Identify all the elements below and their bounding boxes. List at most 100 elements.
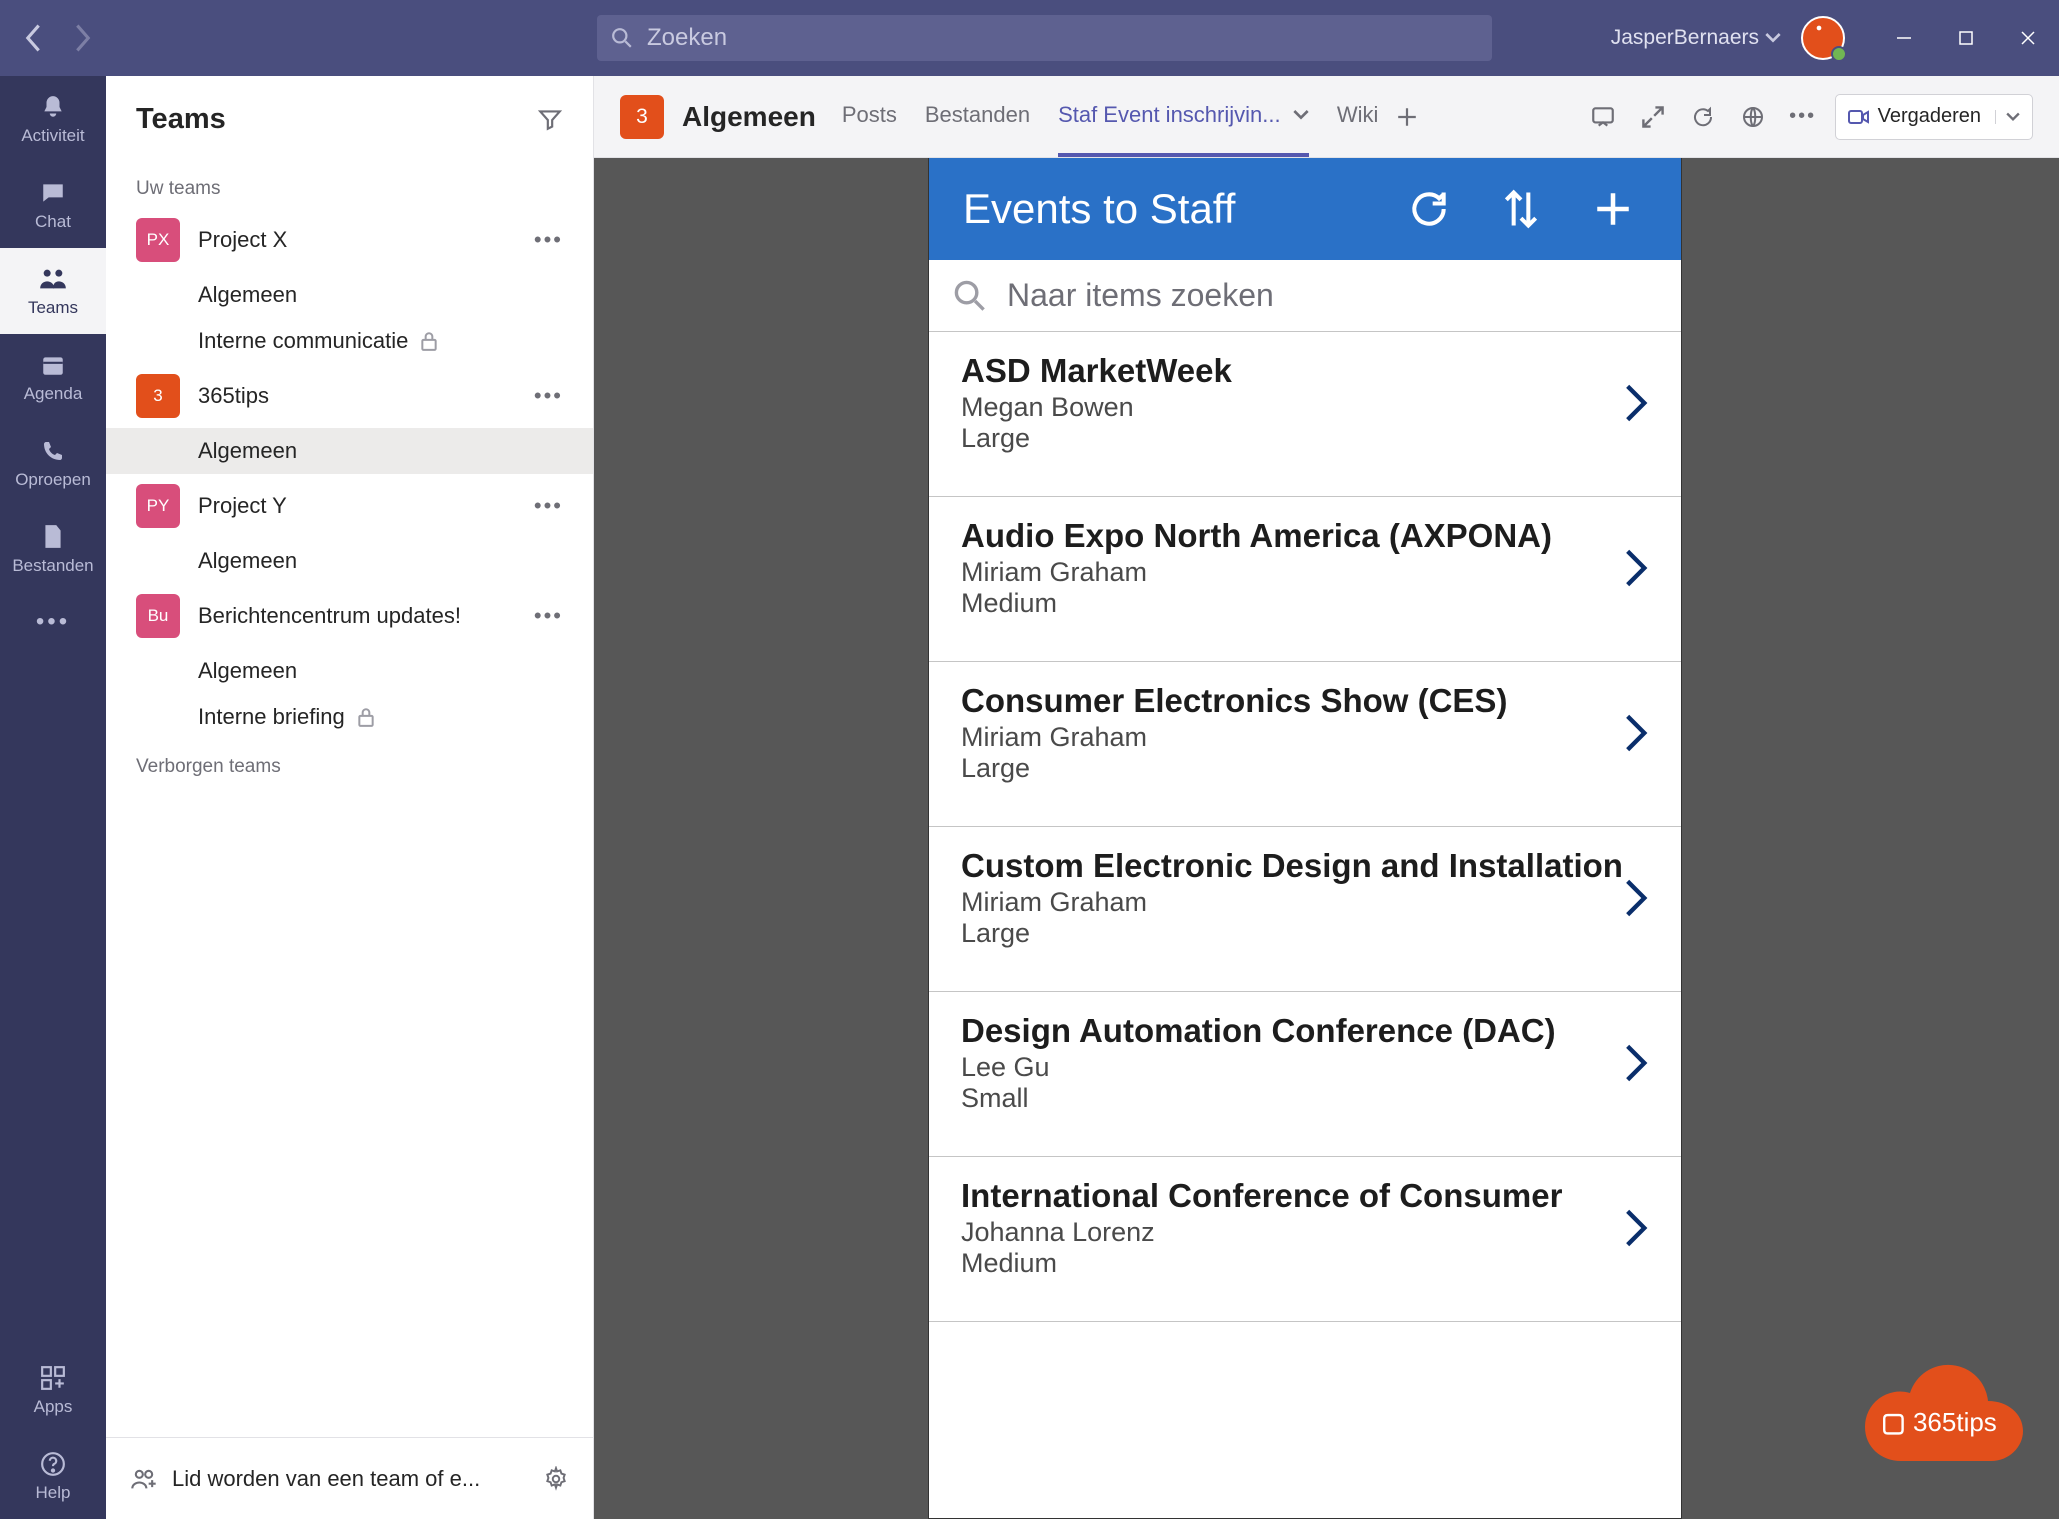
event-item[interactable]: International Conference of ConsumerJoha…: [929, 1157, 1681, 1322]
title-bar: Zoeken JasperBernaers: [0, 0, 2059, 76]
settings-button[interactable]: [543, 1466, 569, 1492]
window-minimize-button[interactable]: [1873, 0, 1935, 76]
rail-calendar[interactable]: Agenda: [0, 334, 106, 420]
event-size: Large: [961, 753, 1623, 784]
global-search-input[interactable]: Zoeken: [597, 15, 1492, 61]
channel-label: Algemeen: [198, 282, 297, 308]
reload-button[interactable]: [1689, 103, 1717, 131]
avatar[interactable]: [1801, 16, 1845, 60]
event-person: Miriam Graham: [961, 557, 1623, 588]
event-person: Megan Bowen: [961, 392, 1623, 423]
rail-files[interactable]: Bestanden: [0, 506, 106, 592]
chevron-right-icon: [1623, 1043, 1649, 1083]
event-size: Medium: [961, 588, 1623, 619]
events-app-header: Events to Staff: [929, 158, 1681, 260]
chevron-right-icon: [1623, 383, 1649, 423]
rail-activity[interactable]: Activiteit: [0, 76, 106, 162]
tips-cloud-badge[interactable]: ▢ 365tips: [1853, 1361, 2025, 1471]
filter-button[interactable]: [537, 106, 563, 132]
channel-item[interactable]: Algemeen: [106, 538, 593, 584]
meet-label: Vergaderen: [1878, 105, 1981, 128]
back-button[interactable]: [22, 26, 46, 50]
search-placeholder: Zoeken: [647, 24, 727, 52]
team-name: Project Y: [198, 493, 534, 519]
meet-button[interactable]: Vergaderen: [1835, 94, 2033, 140]
rail-label: Bestanden: [12, 556, 93, 576]
event-title: Consumer Electronics Show (CES): [961, 682, 1623, 720]
team-row[interactable]: 3365tips•••: [106, 364, 593, 428]
help-icon: [40, 1449, 66, 1479]
channel-item[interactable]: Algemeen: [106, 428, 593, 474]
team-more-button[interactable]: •••: [534, 603, 563, 629]
hidden-teams-label[interactable]: Verborgen teams: [106, 740, 593, 786]
tab-bestanden[interactable]: Bestanden: [925, 76, 1030, 157]
team-name: Berichtencentrum updates!: [198, 603, 534, 629]
tab-more-button[interactable]: •••: [1789, 103, 1817, 131]
event-item[interactable]: Custom Electronic Design and Installatio…: [929, 827, 1681, 992]
window-maximize-button[interactable]: [1935, 0, 1997, 76]
rail-more[interactable]: •••: [0, 592, 106, 652]
join-team-button[interactable]: Lid worden van een team of e...: [172, 1466, 529, 1492]
team-name: Project X: [198, 227, 534, 253]
lock-icon: [357, 707, 375, 727]
tab-canvas: Events to Staff ASD MarketWeekMegan Bowe…: [594, 158, 2059, 1519]
team-more-button[interactable]: •••: [534, 493, 563, 519]
rail-label: Apps: [34, 1397, 73, 1417]
channel-item[interactable]: Algemeen: [106, 272, 593, 318]
rail-chat[interactable]: Chat: [0, 162, 106, 248]
add-tab-button[interactable]: [1396, 106, 1418, 128]
event-size: Large: [961, 423, 1623, 454]
team-more-button[interactable]: •••: [534, 227, 563, 253]
tab-label: Posts: [842, 102, 897, 128]
team-tile: PX: [136, 218, 180, 262]
window-close-button[interactable]: [1997, 0, 2059, 76]
team-name: 365tips: [198, 383, 534, 409]
team-row[interactable]: PY Project Y•••: [106, 474, 593, 538]
channel-team-tile: 3: [620, 95, 664, 139]
tab-posts[interactable]: Posts: [842, 76, 897, 157]
search-icon: [611, 27, 633, 49]
event-item[interactable]: ASD MarketWeekMegan BowenLarge: [929, 332, 1681, 497]
website-button[interactable]: [1739, 103, 1767, 131]
team-more-button[interactable]: •••: [534, 383, 563, 409]
teams-sidebar: Teams Uw teams PXProject X•••AlgemeenInt…: [106, 76, 594, 1519]
event-item[interactable]: Consumer Electronics Show (CES)Miriam Gr…: [929, 662, 1681, 827]
rail-teams[interactable]: Teams: [0, 248, 106, 334]
meet-chevron-icon[interactable]: [1995, 110, 2020, 124]
apps-icon: [40, 1363, 66, 1393]
app-refresh-button[interactable]: [1395, 175, 1463, 243]
team-row[interactable]: BuBerichtencentrum updates!•••: [106, 584, 593, 648]
teams-icon: [39, 264, 67, 294]
channel-label: Interne briefing: [198, 704, 345, 730]
rail-label: Help: [36, 1483, 71, 1503]
rail-calls[interactable]: Oproepen: [0, 420, 106, 506]
channel-content: 3 Algemeen PostsBestandenStaf Event insc…: [594, 76, 2059, 1519]
app-add-button[interactable]: [1579, 175, 1647, 243]
event-item[interactable]: Design Automation Conference (DAC)Lee Gu…: [929, 992, 1681, 1157]
chevron-down-icon[interactable]: [1293, 107, 1309, 123]
tab-label: Wiki: [1337, 102, 1379, 128]
event-item[interactable]: Audio Expo North America (AXPONA)Miriam …: [929, 497, 1681, 662]
rail-help[interactable]: Help: [0, 1433, 106, 1519]
team-tile: PY: [136, 484, 180, 528]
app-sort-button[interactable]: [1487, 175, 1555, 243]
channel-item[interactable]: Interne briefing: [106, 694, 593, 740]
team-row[interactable]: PX Project X•••: [106, 208, 593, 272]
tab-wiki[interactable]: Wiki: [1337, 76, 1379, 157]
user-menu-chevron-icon[interactable]: [1765, 30, 1781, 46]
show-conversation-button[interactable]: [1589, 103, 1617, 131]
presence-available-icon: [1831, 46, 1847, 62]
user-name-label[interactable]: JasperBernaers: [1611, 26, 1759, 50]
channel-item[interactable]: Interne communicatie: [106, 318, 593, 364]
lock-icon: [420, 331, 438, 351]
tab-staf-event-inschrijvin-[interactable]: Staf Event inschrijvin...: [1058, 76, 1309, 157]
channel-label: Algemeen: [198, 438, 297, 464]
expand-button[interactable]: [1639, 103, 1667, 131]
chevron-right-icon: [1623, 548, 1649, 588]
channel-item[interactable]: Algemeen: [106, 648, 593, 694]
calendar-icon: [40, 350, 66, 380]
chat-icon: [40, 178, 66, 208]
events-search-input[interactable]: [1007, 277, 1657, 314]
rail-apps[interactable]: Apps: [0, 1347, 106, 1433]
forward-button[interactable]: [70, 26, 94, 50]
